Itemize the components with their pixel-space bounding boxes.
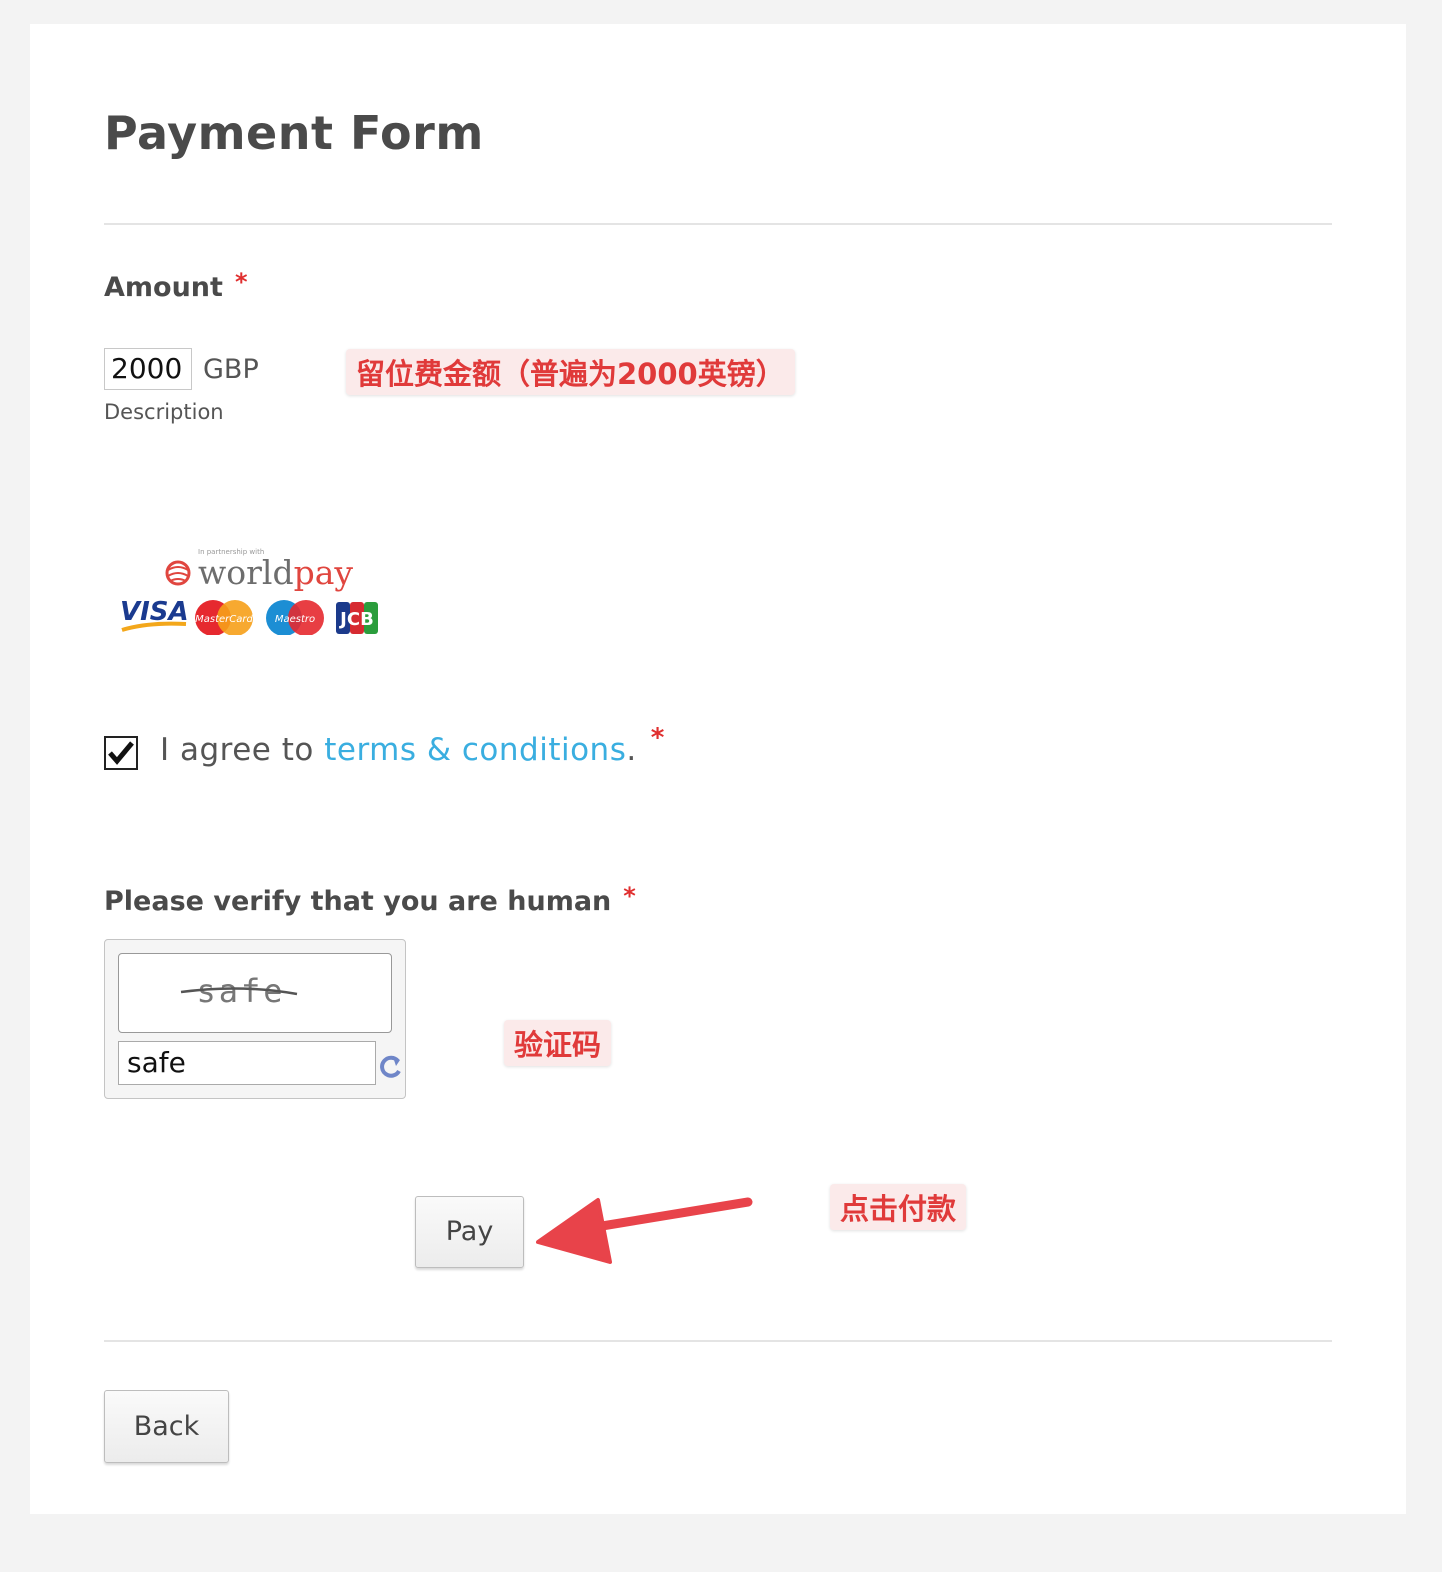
- jcb-icon: JCB: [336, 602, 378, 634]
- currency-label: GBP: [203, 354, 259, 385]
- terms-link[interactable]: terms & conditions: [324, 732, 626, 768]
- page-title: Payment Form: [104, 106, 484, 160]
- svg-text:MasterCard: MasterCard: [195, 614, 253, 625]
- required-mark: *: [650, 723, 665, 753]
- back-button[interactable]: Back: [104, 1390, 229, 1463]
- agree-suffix: .: [626, 732, 637, 768]
- worldpay-globe-icon: [165, 560, 191, 586]
- captcha-widget: safe safe: [104, 939, 406, 1099]
- arrow-icon: [536, 1197, 753, 1264]
- bottom-divider: [104, 1340, 1332, 1342]
- terms-checkbox[interactable]: [104, 736, 138, 770]
- description-label: Description: [104, 400, 224, 424]
- verify-label-text: Please verify that you are human: [104, 886, 612, 917]
- mastercard-icon: MasterCard: [195, 600, 254, 635]
- agree-prefix: I agree to: [160, 732, 325, 768]
- required-mark: *: [623, 882, 636, 910]
- payment-form-card: Payment Form Amount * 2000 GBP Descriptio…: [30, 24, 1406, 1514]
- amount-annotation: 留位费金额（普遍为2000英镑）: [346, 349, 795, 395]
- maestro-icon: Maestro: [266, 600, 324, 635]
- worldpay-logo: In partnership with worldpay VISA Master…: [120, 548, 378, 635]
- captcha-annotation: 验证码: [504, 1020, 612, 1066]
- visa-icon: VISA: [120, 597, 189, 632]
- amount-label-text: Amount: [104, 272, 223, 303]
- refresh-icon[interactable]: [379, 1052, 403, 1080]
- worldpay-brand: worldpay: [198, 553, 353, 592]
- required-mark: *: [234, 268, 248, 296]
- verify-label: Please verify that you are human *: [104, 882, 636, 917]
- amount-input[interactable]: 2000: [104, 348, 192, 390]
- svg-text:JCB: JCB: [338, 609, 374, 630]
- pay-button[interactable]: Pay: [415, 1196, 524, 1268]
- amount-label: Amount *: [104, 268, 248, 303]
- svg-text:Maestro: Maestro: [275, 614, 315, 625]
- check-icon: [108, 741, 134, 765]
- terms-agreement: I agree to terms & conditions. *: [160, 723, 665, 768]
- captcha-input[interactable]: safe: [118, 1041, 376, 1085]
- captcha-image: safe: [118, 953, 392, 1033]
- top-divider: [104, 223, 1332, 225]
- pay-annotation: 点击付款: [830, 1184, 967, 1230]
